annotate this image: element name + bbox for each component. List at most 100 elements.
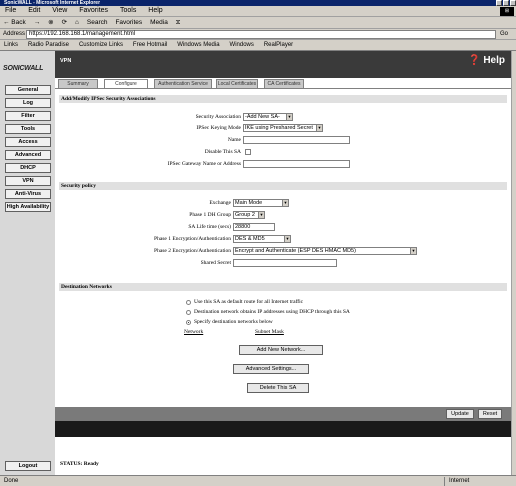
link-realplayer[interactable]: RealPlayer <box>260 40 297 51</box>
tab-local-certificates[interactable]: Local Certificates <box>216 79 258 88</box>
nav-access[interactable]: Access <box>5 137 51 147</box>
subnet-mask-column-header: Subnet Mask <box>255 329 284 335</box>
chevron-down-icon: ▼ <box>410 248 416 254</box>
stop-button[interactable]: ⊗ <box>45 17 56 29</box>
update-button[interactable]: Update <box>446 409 474 419</box>
media-button[interactable]: Media <box>147 17 171 29</box>
back-button[interactable]: ← Back <box>0 17 29 29</box>
chevron-down-icon: ▼ <box>286 114 292 120</box>
dh-group-select[interactable]: Group 2 ▼ <box>233 211 265 219</box>
phase1-enc-select[interactable]: DES & MD5 ▼ <box>233 235 291 243</box>
security-association-label: Security Association <box>195 114 241 120</box>
gateway-input[interactable] <box>243 160 350 168</box>
address-input[interactable]: https://192.168.168.1/management.html <box>26 30 496 39</box>
nav-dhcp[interactable]: DHCP <box>5 163 51 173</box>
security-association-select[interactable]: -Add New SA- ▼ <box>243 113 293 121</box>
link-windows-media[interactable]: Windows Media <box>173 40 223 51</box>
dhcp-radio[interactable] <box>186 310 191 315</box>
disable-sa-label: Disable This SA <box>204 149 241 155</box>
home-button[interactable]: ⌂ <box>72 17 82 29</box>
nav-tools[interactable]: Tools <box>5 124 51 134</box>
nav-vpn[interactable]: VPN <box>5 176 51 186</box>
footer-band <box>55 421 511 437</box>
shared-secret-input[interactable] <box>233 259 337 267</box>
nav-general[interactable]: General <box>5 85 51 95</box>
menu-file[interactable]: File <box>0 6 21 16</box>
name-label: Name <box>227 137 241 143</box>
address-label: Address <box>3 31 26 37</box>
menu-edit[interactable]: Edit <box>23 6 45 16</box>
nav-advanced[interactable]: Advanced <box>5 150 51 160</box>
page-status: STATUS: Ready <box>60 461 99 467</box>
section-title: VPN <box>60 58 72 64</box>
nav-filter[interactable]: Filter <box>5 111 51 121</box>
page-viewport: SONICWALL General Log Filter Tools Acces… <box>0 51 511 475</box>
link-radio-paradise[interactable]: Radio Paradise <box>24 40 73 51</box>
security-zone: Internet <box>444 477 469 486</box>
gateway-label: IPSec Gateway Name or Address <box>167 161 241 167</box>
history-button[interactable]: ⧖ <box>173 17 184 29</box>
reset-button[interactable]: Reset <box>478 409 502 419</box>
network-column-header: Network <box>184 329 204 335</box>
default-route-label: Use this SA as default route for all Int… <box>194 299 304 305</box>
destination-networks-header: Destination Networks <box>59 283 507 291</box>
chevron-down-icon: ▼ <box>258 212 264 218</box>
refresh-button[interactable]: ⟳ <box>59 17 70 29</box>
phase2-enc-label: Phase 2 Encryption/Authentication <box>154 248 231 254</box>
content-header: VPN ❓ Help <box>55 51 511 78</box>
help-link[interactable]: ❓ Help <box>468 55 505 66</box>
specify-networks-radio[interactable] <box>186 320 191 325</box>
link-windows[interactable]: Windows <box>226 40 258 51</box>
phase2-enc-select[interactable]: Encrypt and Authenticate (ESP DES HMAC M… <box>233 247 417 255</box>
links-bar: Links Radio Paradise Customize Links Fre… <box>0 40 516 51</box>
link-customize-links[interactable]: Customize Links <box>75 40 127 51</box>
logout-button[interactable]: Logout <box>5 461 51 471</box>
sa-section-header: Add/Modify IPSec Security Associations <box>59 95 507 103</box>
tab-authentication-service[interactable]: Authentication Service <box>154 79 212 88</box>
status-area: STATUS: Ready <box>55 437 511 475</box>
exchange-label: Exchange <box>209 200 231 206</box>
menu-help[interactable]: Help <box>143 6 167 16</box>
nav-high-availability[interactable]: High Availability <box>5 202 51 212</box>
page-scrollbar[interactable] <box>511 51 516 475</box>
menu-tools[interactable]: Tools <box>115 6 141 16</box>
dhcp-label: Destination network obtains IP addresses… <box>194 309 350 315</box>
keying-mode-label: IPSec Keying Mode <box>196 125 241 131</box>
nav-anti-virus[interactable]: Anti-Virus <box>5 189 51 199</box>
advanced-settings-button[interactable]: Advanced Settings... <box>233 364 309 374</box>
favorites-button[interactable]: Favorites <box>112 17 145 29</box>
browser-toolbar: ← Back → ⊗ ⟳ ⌂ Search Favorites Media ⧖ <box>0 17 516 29</box>
address-bar: Address https://192.168.168.1/management… <box>0 29 516 40</box>
add-network-button[interactable]: Add New Network... <box>239 345 323 355</box>
delete-sa-button[interactable]: Delete This SA <box>247 383 309 393</box>
disable-sa-checkbox[interactable] <box>245 149 251 155</box>
default-route-radio[interactable] <box>186 300 191 305</box>
tab-summary[interactable]: Summary <box>58 79 98 88</box>
menu-view[interactable]: View <box>47 6 72 16</box>
search-button[interactable]: Search <box>84 17 111 29</box>
specify-networks-label: Specify destination networks below <box>194 319 273 325</box>
chevron-down-icon: ▼ <box>282 200 288 206</box>
menu-favorites[interactable]: Favorites <box>74 6 113 16</box>
links-label: Links <box>4 42 19 48</box>
exchange-select[interactable]: Main Mode ▼ <box>233 199 289 207</box>
sidebar: SONICWALL General Log Filter Tools Acces… <box>0 51 55 475</box>
security-policy-header: Security policy <box>59 182 507 190</box>
go-button[interactable]: Go <box>500 30 508 39</box>
sa-lifetime-label: SA Life time (secs) <box>188 224 231 230</box>
tab-configure[interactable]: Configure <box>104 79 148 88</box>
link-free-hotmail[interactable]: Free Hotmail <box>129 40 171 51</box>
sa-lifetime-input[interactable]: 28800 <box>233 223 275 231</box>
phase1-enc-label: Phase 1 Encryption/Authentication <box>154 236 231 242</box>
nav-log[interactable]: Log <box>5 98 51 108</box>
keying-mode-select[interactable]: IKE using Preshared Secret ▼ <box>243 124 323 132</box>
forward-button[interactable]: → <box>31 17 44 29</box>
menu-bar: File Edit View Favorites Tools Help ⊞ <box>0 6 516 17</box>
browser-status: Done <box>4 478 19 484</box>
sonicwall-logo: SONICWALL <box>3 65 44 72</box>
tab-ca-certificates[interactable]: CA Certificates <box>264 79 304 88</box>
name-input[interactable] <box>243 136 350 144</box>
browser-statusbar: Done Internet <box>0 475 516 486</box>
shared-secret-label: Shared Secret <box>200 260 231 266</box>
chevron-down-icon: ▼ <box>284 236 290 242</box>
